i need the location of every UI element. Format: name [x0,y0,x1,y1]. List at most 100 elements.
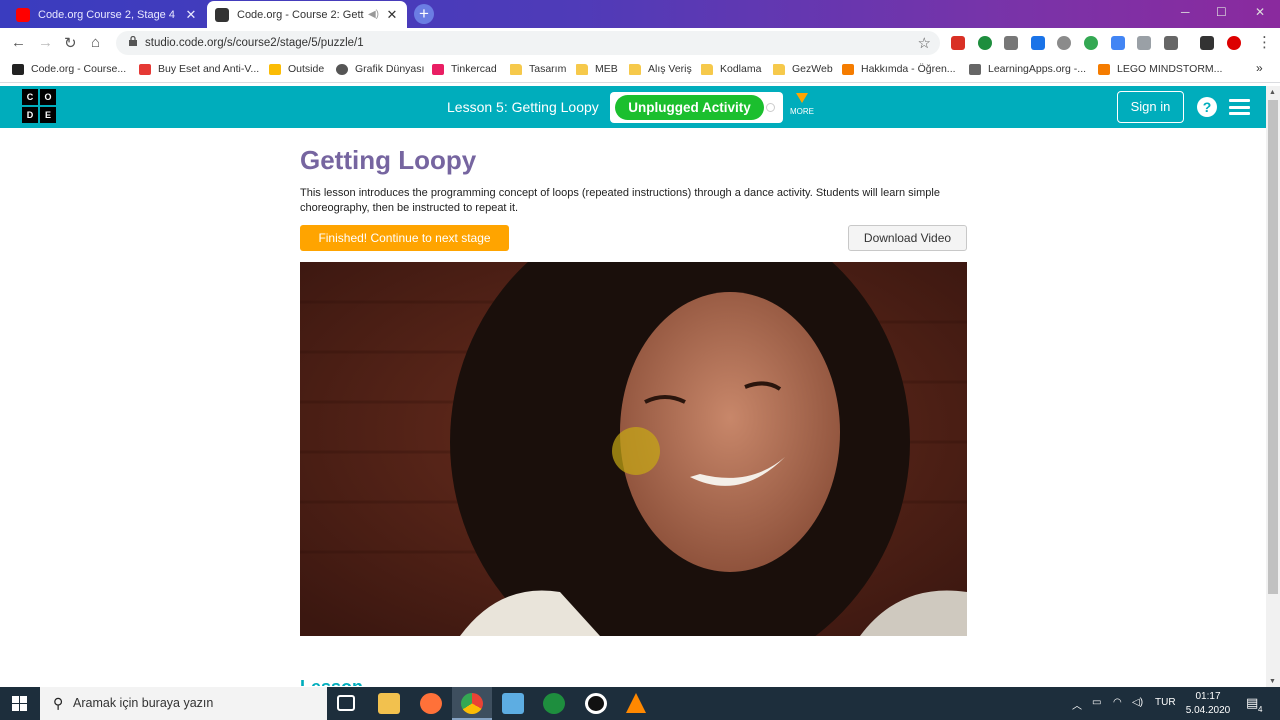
progress-dot[interactable] [766,103,775,112]
chevron-up-icon[interactable]: ︿ [1072,697,1082,712]
download-video-button[interactable]: Download Video [848,225,967,251]
chrome-icon[interactable] [461,693,483,714]
taskbar-search[interactable]: ⚲ Aramak için buraya yazın [40,687,327,720]
page-scrollbar[interactable]: ▲ ▼ [1266,86,1280,687]
home-icon[interactable]: ⌂ [91,34,100,51]
unplugged-activity-badge[interactable]: Unplugged Activity [615,95,764,120]
wifi-icon[interactable]: ◠ [1113,697,1122,708]
bookmark-folder[interactable]: GezWeb [773,63,833,75]
close-icon[interactable]: ✕ [385,7,399,23]
blogger-icon [842,63,854,75]
bookmark-item[interactable]: Hakkımda - Öğren... [842,63,956,75]
system-clock[interactable]: 01:17 5.04.2020 [1184,690,1232,718]
tinkercad-icon [432,63,444,75]
bookmarks-bar: Code.org - Course... Buy Eset and Anti-V… [0,58,1280,83]
language-indicator[interactable]: TUR [1155,697,1176,708]
bookmark-folder[interactable]: Tasarım [510,63,566,75]
extension-icon[interactable] [1164,36,1178,50]
back-icon[interactable]: ← [11,34,26,51]
forward-icon[interactable]: → [38,34,53,51]
record-icon[interactable] [585,693,607,714]
app-icon[interactable] [543,693,565,714]
more-button[interactable]: MORE [789,93,815,116]
url-text: studio.code.org/s/course2/stage/5/puzzle… [145,37,364,49]
bookmark-item[interactable]: Grafik Dünyası [336,63,424,75]
gmail-icon[interactable] [951,36,965,50]
bookmark-folder[interactable]: MEB [576,63,618,75]
notification-count: 4 [1258,705,1263,714]
sign-in-button[interactable]: Sign in [1117,91,1184,123]
address-bar[interactable]: studio.code.org/s/course2/stage/5/puzzle… [116,31,940,55]
windows-start-icon[interactable] [12,696,27,711]
translate-icon[interactable] [1111,36,1125,50]
blogger-icon [1098,63,1110,75]
lesson-title[interactable]: Lesson 5: Getting Loopy [447,99,599,115]
cursor-highlight [612,427,660,475]
bookmark-star-icon[interactable]: ☆ [918,34,931,52]
more-menu-icon[interactable]: ⋮ [1257,33,1272,51]
code-org-logo[interactable]: C O D E [22,89,56,123]
lesson-plan-heading: Lesson Plan [300,678,400,686]
hamburger-menu-icon[interactable] [1229,99,1250,115]
extension-icon[interactable] [1004,36,1018,50]
bookmark-folder[interactable]: Alış Veriş [629,63,692,75]
tab-title: Code.org - Course 2: Getting [237,8,364,21]
search-placeholder: Aramak için buraya yazın [73,696,214,710]
app-icon[interactable] [502,693,524,714]
folder-icon [510,63,522,75]
search-icon: ⚲ [53,695,64,711]
lesson-description: This lesson introduces the programming c… [300,187,940,214]
window-close-icon[interactable]: ✕ [1255,5,1265,19]
evernote-icon[interactable] [978,36,992,50]
progress-bubble-container: Unplugged Activity [610,92,783,123]
windows-taskbar: ⚲ Aramak için buraya yazın ︿ ▭ ◠ ◁) TUR … [0,687,1280,720]
help-icon[interactable]: ? [1197,97,1217,117]
page-title: Getting Loopy [300,145,477,175]
browser-tab[interactable]: Code.org Course 2, Stage 4 'Artis ✕ [8,1,206,28]
battery-icon[interactable]: ▭ [1092,697,1101,708]
site-header: C O D E Lesson 5: Getting Loopy Unplugge… [0,86,1266,128]
more-bookmarks-icon[interactable]: » [1256,61,1263,75]
profile-avatar[interactable] [1227,36,1241,50]
maximize-icon[interactable]: ☐ [1216,5,1227,19]
close-icon[interactable]: ✕ [184,7,198,23]
browser-toolbar: ← → ↻ ⌂ studio.code.org/s/course2/stage/… [0,28,1280,58]
bookmark-item[interactable]: Buy Eset and Anti-V... [139,63,259,75]
audio-icon[interactable]: ◀) [368,9,379,20]
folder-icon [629,63,641,75]
shield-icon[interactable] [1137,36,1151,50]
new-tab-button[interactable]: + [414,4,434,24]
scroll-down-icon[interactable]: ▼ [1269,678,1276,685]
file-explorer-icon[interactable] [378,693,400,714]
bookmark-item[interactable]: LEGO MINDSTORM... [1098,63,1222,75]
folder-icon [773,63,785,75]
site-icon [269,63,281,75]
vlc-icon[interactable] [626,693,646,713]
scrollbar-thumb[interactable] [1268,100,1278,594]
extension-icon[interactable] [1031,36,1045,50]
lock-icon [129,36,137,46]
continue-button[interactable]: Finished! Continue to next stage [300,225,509,251]
reading-list-icon[interactable] [1200,36,1214,50]
browser-tab-active[interactable]: Code.org - Course 2: Getting ◀) ✕ [207,1,407,28]
task-view-icon[interactable] [337,695,355,711]
site-icon [336,63,348,75]
bookmark-item[interactable]: Outside [269,63,324,75]
extension-icon[interactable] [1084,36,1098,50]
minimize-icon[interactable]: ─ [1181,5,1190,19]
bookmark-item[interactable]: LearningApps.org -... [969,63,1086,75]
code-org-icon [215,7,229,22]
firefox-icon[interactable] [420,693,442,714]
scroll-up-icon[interactable]: ▲ [1269,89,1276,96]
browser-tab-strip: Code.org Course 2, Stage 4 'Artis ✕ Code… [0,0,1280,28]
folder-icon [701,63,713,75]
volume-icon[interactable]: ◁) [1132,697,1143,708]
bookmark-item[interactable]: Code.org - Course... [12,63,126,75]
code-org-icon [12,63,24,75]
folder-icon [576,63,588,75]
bookmark-folder[interactable]: Kodlama [701,63,761,75]
extension-icon[interactable] [1057,36,1071,50]
reload-icon[interactable]: ↻ [64,34,77,52]
bookmark-item[interactable]: Tinkercad [432,63,497,75]
notifications-icon[interactable]: ▤ [1246,695,1258,711]
